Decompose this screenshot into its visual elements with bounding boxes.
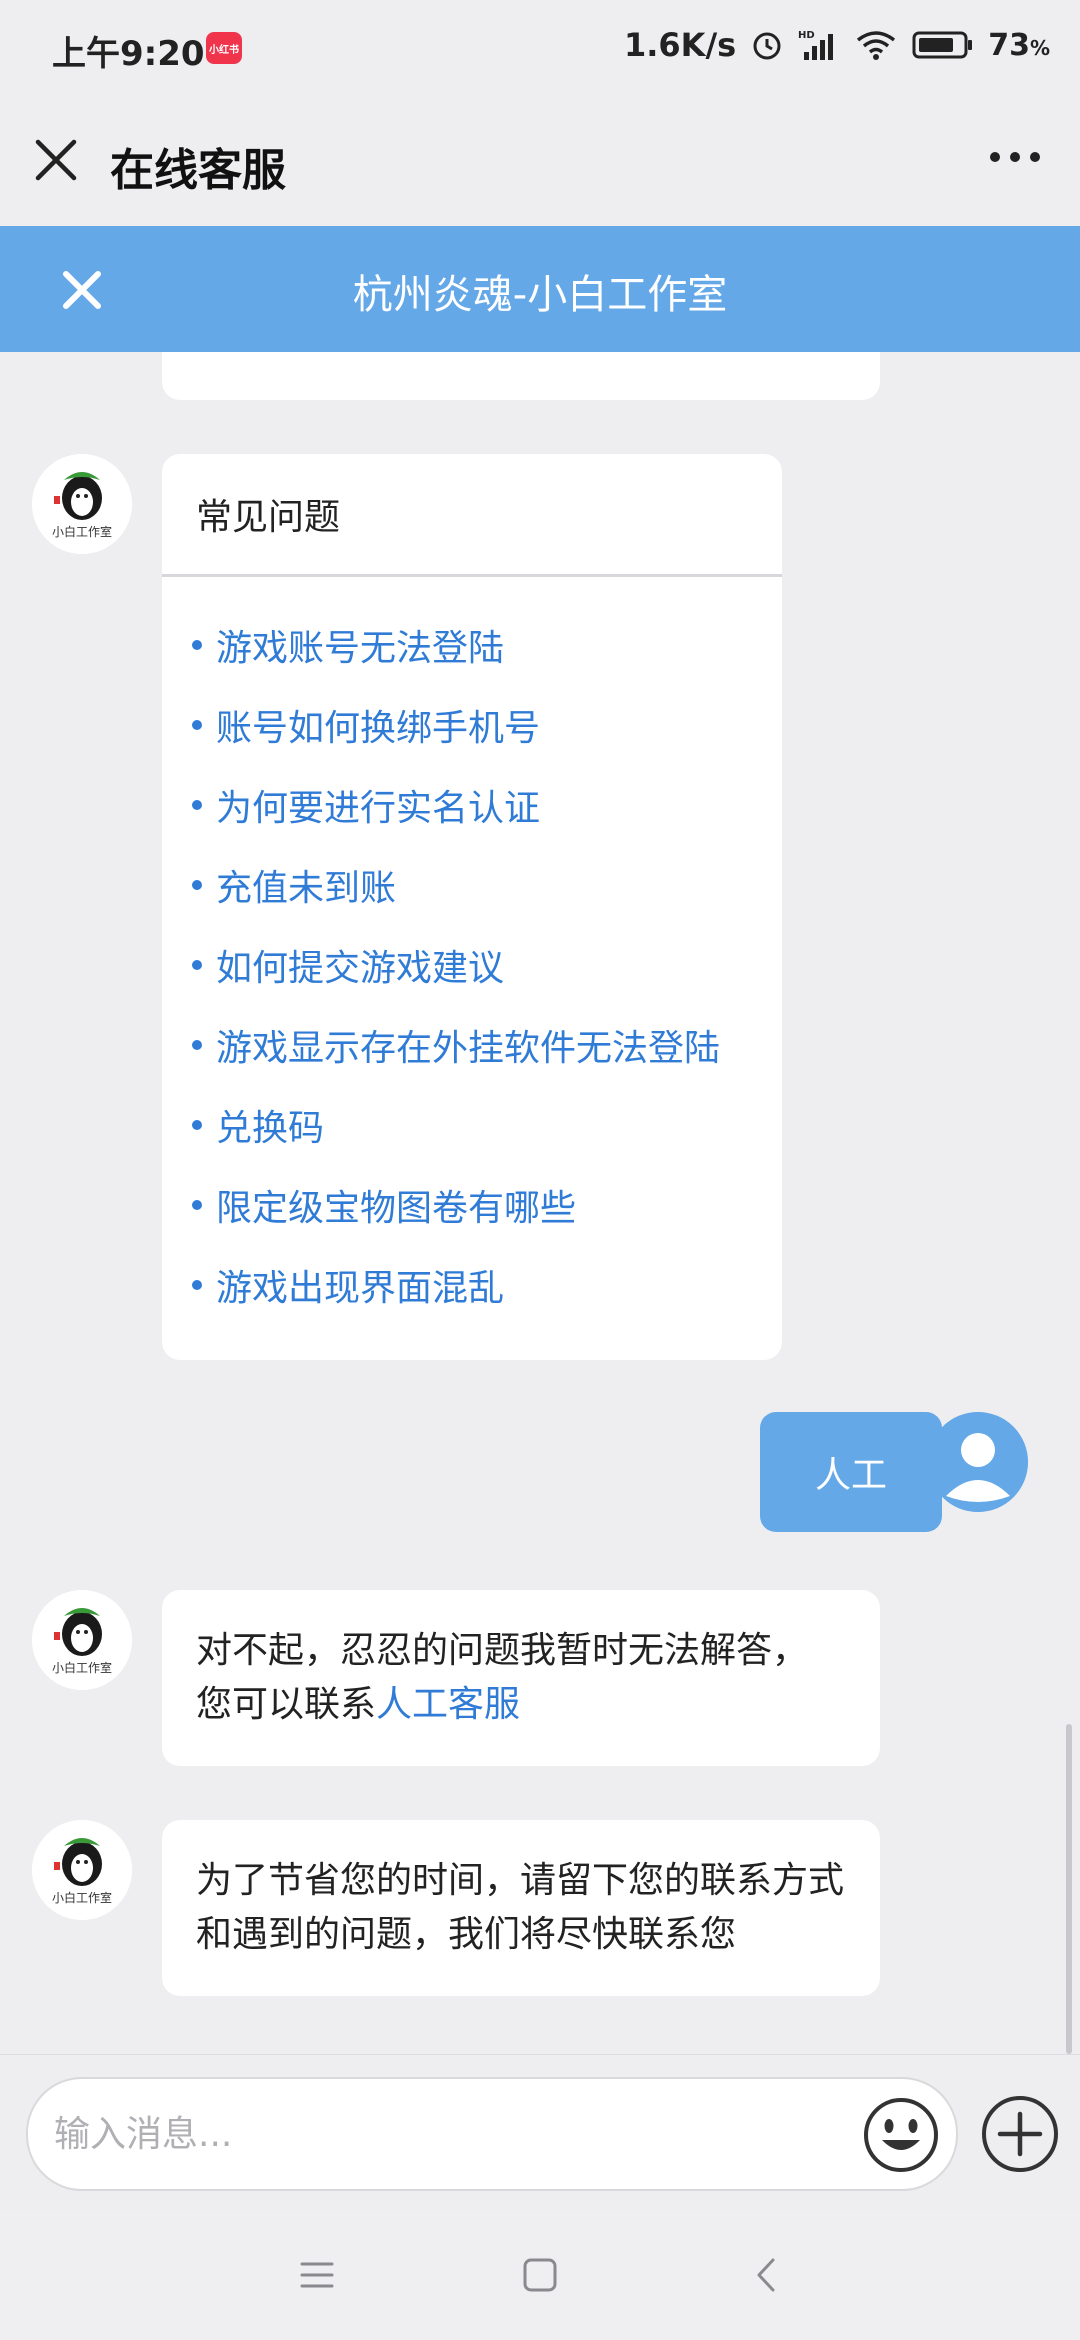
faq-item[interactable]: 游戏账号无法登陆 <box>192 605 782 685</box>
faq-item-label: 充值未到账 <box>216 868 397 909</box>
app-notification-badge: 小红书 <box>206 32 242 64</box>
battery-icon <box>912 31 973 59</box>
battery-value: 73 <box>988 27 1030 63</box>
add-attachment-icon[interactable] <box>980 2094 1060 2174</box>
bot-contact-text: 为了节省您的时间，请留下您的联系方式和遇到的问题，我们将尽快联系您 <box>196 1860 845 1955</box>
battery-percent: 73% <box>988 28 1050 63</box>
chat-area[interactable]: 小白工作室 常见问题 游戏账号无法登陆 账号如何换绑手机号 为何要进行实名认证 … <box>0 352 1080 2052</box>
bullet-icon <box>192 1040 202 1050</box>
penguin-logo-icon: 小白工作室 <box>32 454 132 554</box>
user-avatar <box>928 1412 1028 1512</box>
user-avatar-icon <box>928 1412 1028 1512</box>
bullet-icon <box>192 800 202 810</box>
user-message-bubble: 人工 <box>760 1412 956 1532</box>
human-service-link[interactable]: 人工客服 <box>376 1684 520 1725</box>
penguin-logo-icon: 小白工作室 <box>32 1590 132 1690</box>
bullet-icon <box>192 1200 202 1210</box>
faq-item[interactable]: 如何提交游戏建议 <box>192 925 782 1005</box>
bot-avatar: 小白工作室 <box>32 454 132 554</box>
menu-icon[interactable] <box>292 2250 342 2300</box>
service-banner: 杭州炎魂-小白工作室 <box>0 226 1080 352</box>
faq-item[interactable]: 为何要进行实名认证 <box>192 765 782 845</box>
faq-item-label: 兑换码 <box>216 1108 325 1149</box>
status-icons: 1.6K/s HD 73% <box>624 26 1050 64</box>
wifi-icon <box>857 31 896 60</box>
faq-item[interactable]: 游戏出现界面混乱 <box>192 1245 782 1325</box>
bullet-icon <box>192 720 202 730</box>
bullet-icon <box>192 640 202 650</box>
chat-scrollbar[interactable] <box>1066 1724 1072 2054</box>
network-speed: 1.6K/s <box>623 26 737 64</box>
faq-heading: 常见问题 <box>162 454 782 577</box>
svg-text:HD: HD <box>798 30 815 41</box>
app-header: 在线客服 <box>0 96 1080 226</box>
message-input-container <box>26 2077 958 2191</box>
back-icon[interactable] <box>742 2250 792 2300</box>
faq-item-label: 游戏显示存在外挂软件无法登陆 <box>216 1028 721 1069</box>
faq-item[interactable]: 账号如何换绑手机号 <box>192 685 782 765</box>
svg-text:小白工作室: 小白工作室 <box>52 524 112 539</box>
bullet-icon <box>192 1120 202 1130</box>
faq-item-label: 游戏账号无法登陆 <box>216 628 505 669</box>
faq-item-label: 如何提交游戏建议 <box>216 948 505 989</box>
faq-item[interactable]: 兑换码 <box>192 1085 782 1165</box>
faq-list: 游戏账号无法登陆 账号如何换绑手机号 为何要进行实名认证 充值未到账 如何提交游… <box>162 577 782 1335</box>
bot-message-bubble: 对不起，忍忍的问题我暂时无法解答，您可以联系人工客服 <box>162 1590 880 1766</box>
bullet-icon <box>192 960 202 970</box>
penguin-logo-icon: 小白工作室 <box>32 1820 132 1920</box>
status-time: 上午9:20 <box>52 34 205 74</box>
close-icon[interactable] <box>30 134 82 186</box>
faq-item[interactable]: 充值未到账 <box>192 845 782 925</box>
bot-avatar: 小白工作室 <box>32 1820 132 1920</box>
bot-message-text: 对不起，忍忍的问题我暂时无法解答，您可以联系人工客服 <box>162 1590 850 1766</box>
bot-avatar: 小白工作室 <box>32 1590 132 1690</box>
faq-item-label: 限定级宝物图卷有哪些 <box>216 1188 577 1229</box>
faq-card: 常见问题 游戏账号无法登陆 账号如何换绑手机号 为何要进行实名认证 充值未到账 … <box>162 454 782 1360</box>
faq-item-label: 为何要进行实名认证 <box>216 788 541 829</box>
faq-item-label: 游戏出现界面混乱 <box>216 1268 505 1309</box>
faq-item[interactable]: 限定级宝物图卷有哪些 <box>192 1165 782 1245</box>
system-nav-bar <box>0 2210 1080 2340</box>
battery-suffix: % <box>1029 35 1050 60</box>
svg-text:小白工作室: 小白工作室 <box>52 1660 112 1675</box>
bullet-icon <box>192 1280 202 1290</box>
page-title: 在线客服 <box>110 145 286 196</box>
emoji-icon[interactable] <box>862 2096 940 2174</box>
bot-message-bubble: 为了节省您的时间，请留下您的联系方式和遇到的问题，我们将尽快联系您 <box>162 1820 880 1996</box>
status-bar: 上午9:20 小红书 1.6K/s HD 73% <box>0 0 1080 96</box>
faq-item-label: 账号如何换绑手机号 <box>216 708 541 749</box>
bullet-icon <box>192 880 202 890</box>
banner-title: 杭州炎魂-小白工作室 <box>352 272 728 318</box>
svg-text:小白工作室: 小白工作室 <box>52 1890 112 1905</box>
signal-icon: HD <box>798 30 834 60</box>
faq-item[interactable]: 游戏显示存在外挂软件无法登陆 <box>192 1005 782 1085</box>
alarm-icon <box>753 32 781 60</box>
previous-message-bubble <box>162 352 880 400</box>
more-options-icon[interactable] <box>990 152 1040 162</box>
home-icon[interactable] <box>515 2250 565 2300</box>
message-input[interactable] <box>52 2105 856 2163</box>
